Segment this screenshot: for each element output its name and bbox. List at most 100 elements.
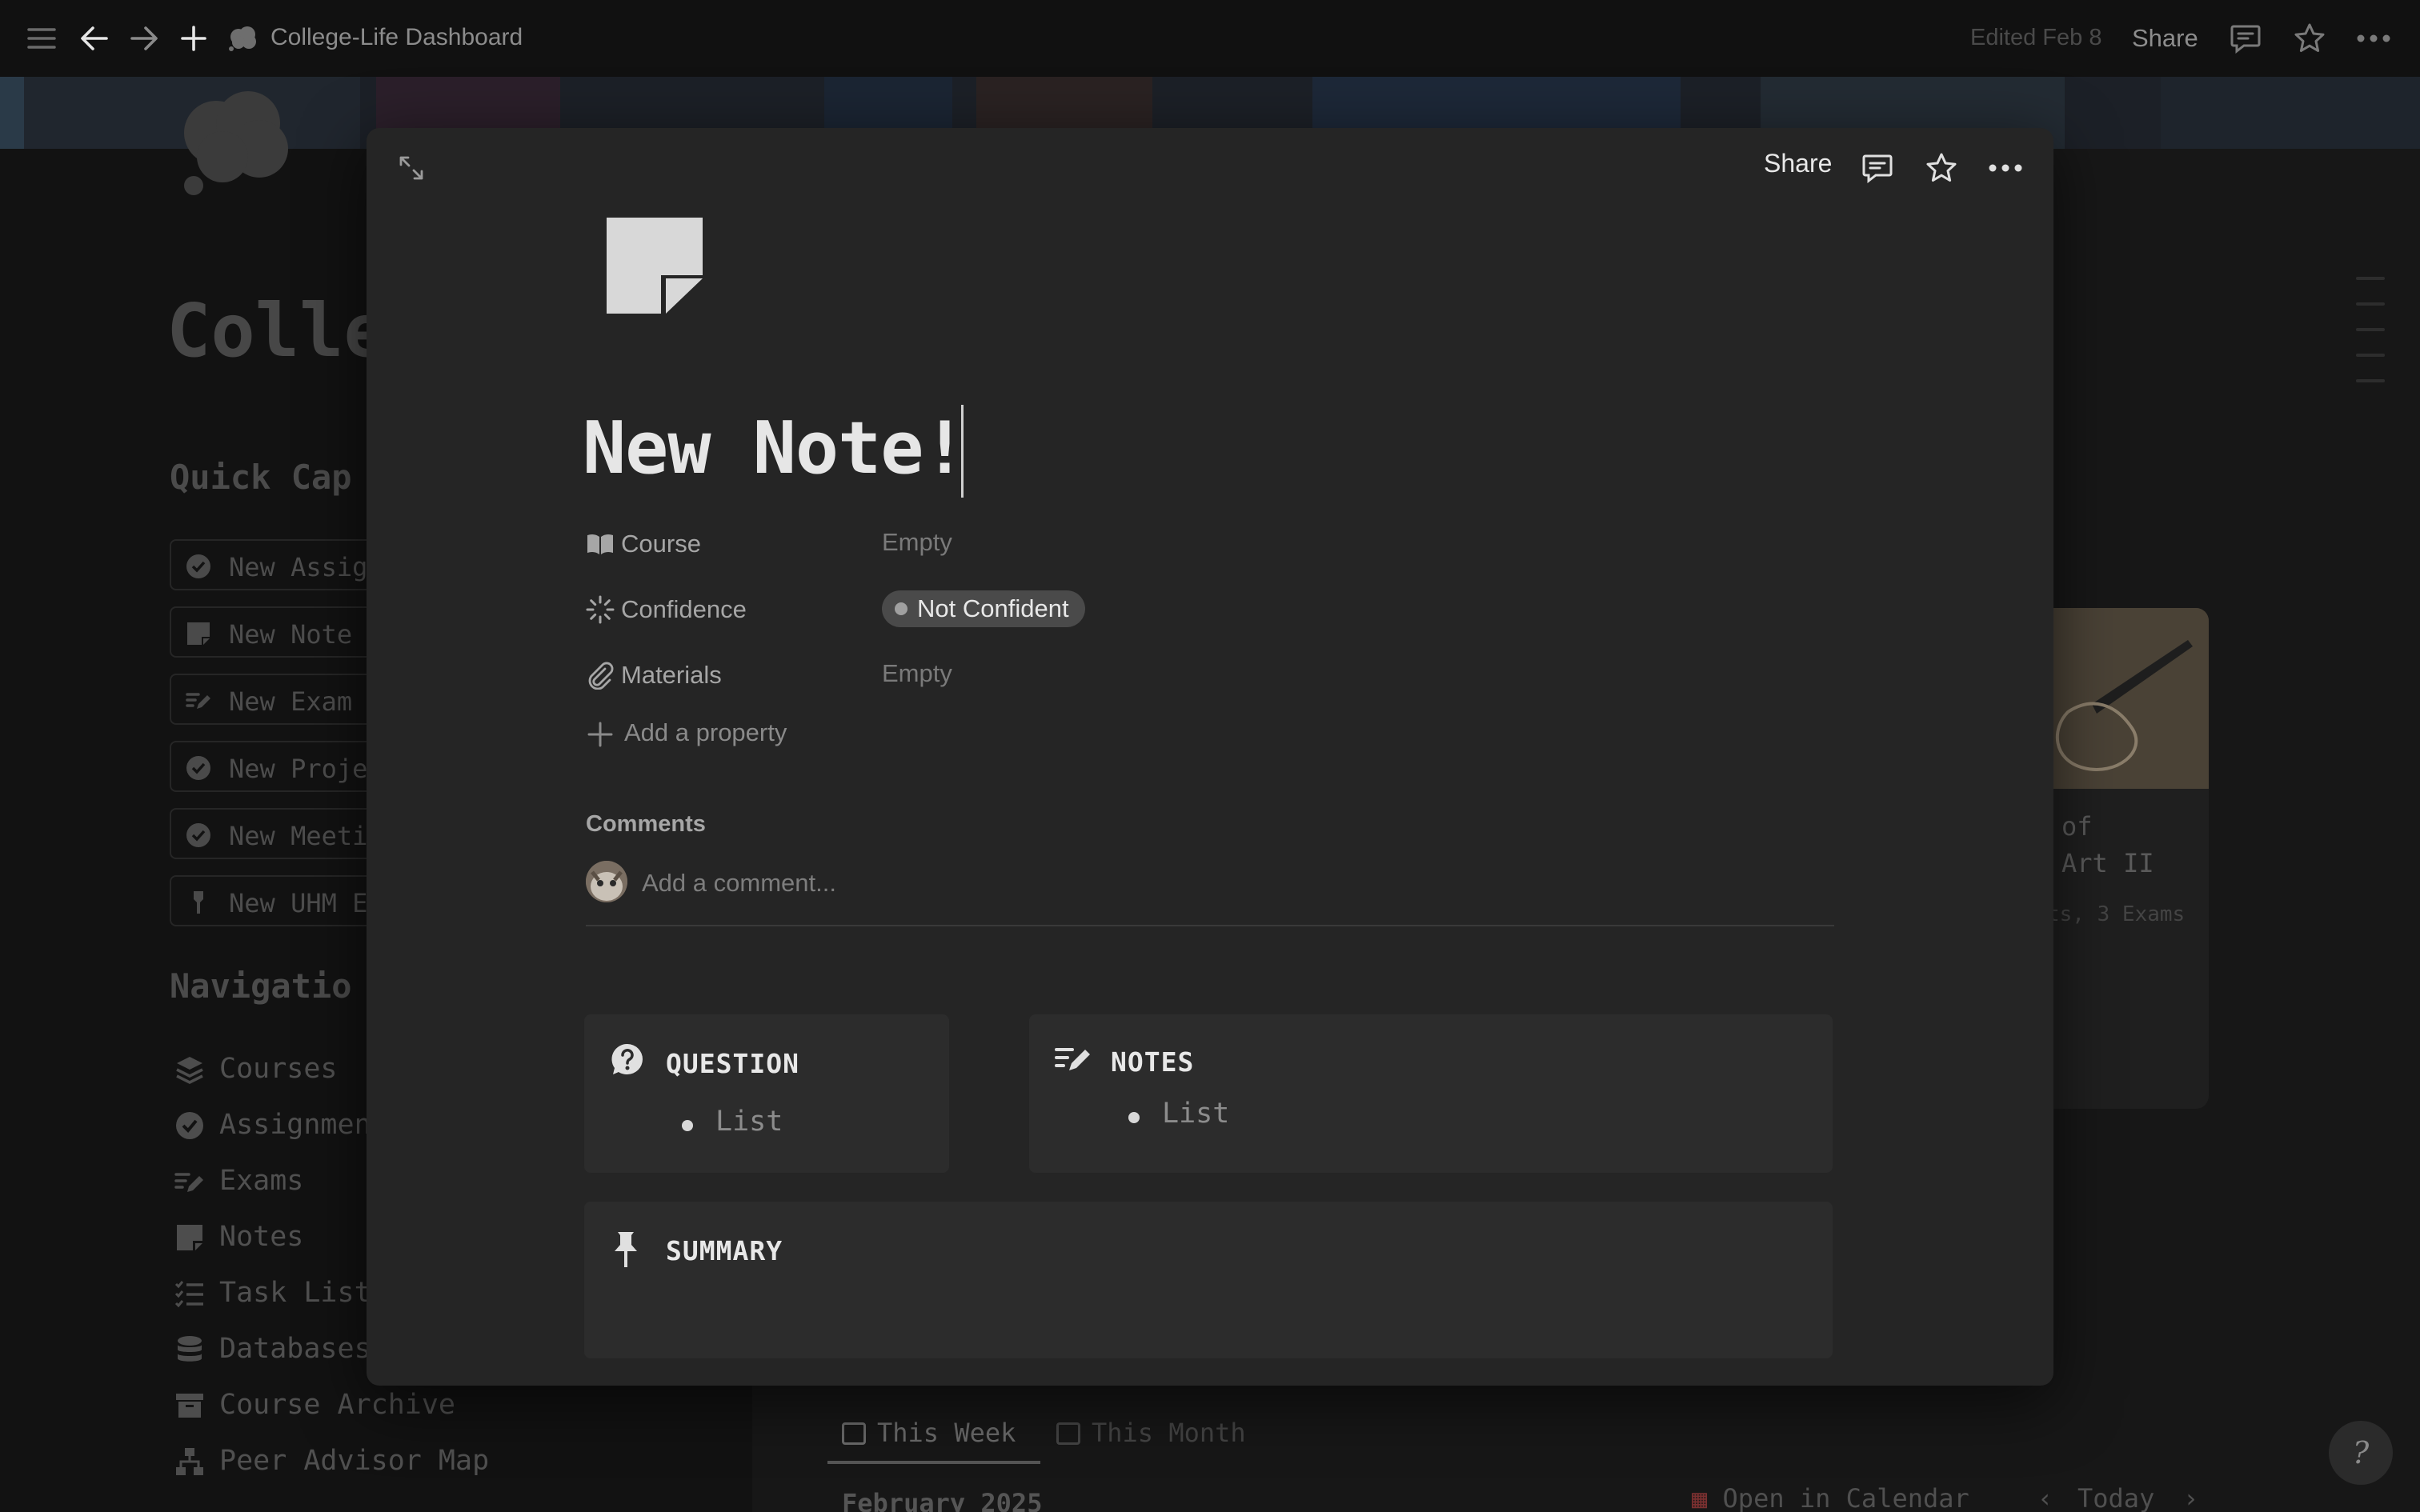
plus-icon[interactable]: [174, 19, 213, 58]
quick-capture-label: New Proje: [229, 754, 368, 784]
notes-callout[interactable]: NOTES List: [1029, 1014, 1833, 1173]
bullet: [682, 1120, 693, 1131]
bullet: [1128, 1112, 1140, 1123]
dashboard-cloud-icon: [176, 85, 296, 197]
comment-input[interactable]: Add a comment...: [642, 869, 836, 898]
notes-list-item[interactable]: List: [1162, 1098, 1229, 1130]
torch-icon: [186, 890, 211, 915]
comment-icon[interactable]: [2226, 19, 2265, 58]
property-materials[interactable]: Materials Empty: [584, 651, 1224, 696]
question-bubble-icon: [610, 1042, 645, 1077]
nav-label: Courses: [219, 1053, 338, 1085]
open-in-calendar-button[interactable]: ▦ Open in Calendar: [1692, 1483, 1969, 1512]
pencil-lines-icon: [1055, 1043, 1090, 1078]
quick-capture-label: New Note: [229, 619, 353, 650]
help-button[interactable]: ?: [2329, 1421, 2393, 1485]
check-circle-icon: [186, 755, 211, 781]
top-bar: College-Life Dashboard Edited Feb 8 Shar…: [0, 0, 2420, 77]
confidence-tag[interactable]: Not Confident: [882, 590, 1085, 627]
tab-this-week[interactable]: This Week: [842, 1418, 1016, 1462]
prev-button[interactable]: ‹: [2037, 1483, 2053, 1512]
next-button[interactable]: ›: [2183, 1483, 2198, 1512]
cloud-icon: [224, 19, 262, 58]
tab-label: This Month: [1092, 1418, 1246, 1448]
question-list-item[interactable]: List: [715, 1106, 783, 1138]
avatar: [586, 861, 627, 902]
star-icon[interactable]: [1921, 147, 1962, 189]
toc-line[interactable]: [2356, 328, 2385, 331]
pin-icon: [608, 1230, 643, 1267]
course-card-title-line2: Art II: [2061, 848, 2154, 878]
calendar-icon: [842, 1422, 866, 1445]
paperclip-icon: [586, 661, 615, 690]
quick-capture-heading: Quick Cap: [170, 458, 352, 497]
topbar-share-button[interactable]: Share: [2132, 24, 2198, 53]
nav-label: Notes: [219, 1221, 304, 1253]
menu-icon[interactable]: [22, 19, 61, 58]
back-arrow-icon[interactable]: [75, 19, 114, 58]
property-label: Materials: [621, 661, 722, 689]
more-icon[interactable]: [2354, 19, 2393, 58]
quick-capture-label: New Exam: [229, 686, 353, 717]
layers-icon: [174, 1054, 205, 1085]
quick-capture-label: New UHM E: [229, 888, 368, 918]
property-value[interactable]: Empty: [882, 659, 952, 688]
active-tab-underline: [827, 1461, 1040, 1464]
note-modal: Share New Note! Course Empty Confidence …: [367, 128, 2053, 1386]
property-confidence[interactable]: Confidence Not Confident: [584, 586, 1224, 630]
property-label: Confidence: [621, 595, 747, 623]
toc-line[interactable]: [2356, 277, 2385, 280]
comment-icon[interactable]: [1857, 147, 1898, 189]
page-title[interactable]: New Note!: [583, 406, 967, 490]
plus-icon: [586, 720, 615, 749]
more-icon[interactable]: [1985, 147, 2026, 189]
property-label: Course: [621, 530, 701, 558]
toc-line[interactable]: [2356, 302, 2385, 306]
breadcrumb-title[interactable]: College-Life Dashboard: [270, 24, 523, 51]
tag-label: Not Confident: [917, 594, 1069, 622]
nav-label: Course Archive: [219, 1389, 456, 1421]
check-circle-icon: [186, 554, 211, 579]
today-button[interactable]: Today: [2077, 1483, 2154, 1512]
pencil-lines-icon: [174, 1166, 205, 1197]
check-circle-icon: [174, 1110, 205, 1141]
checklist-icon: [174, 1278, 205, 1309]
book-open-icon: [586, 530, 615, 558]
add-property-label: Add a property: [624, 718, 787, 746]
modal-share-button[interactable]: Share: [1764, 149, 1832, 178]
quick-capture-label: New Assig: [229, 552, 368, 582]
dashboard-title: Colle: [166, 288, 388, 374]
forward-arrow-icon[interactable]: [125, 19, 163, 58]
summary-heading: SUMMARY: [666, 1235, 783, 1266]
course-card-subtitle: ts, 3 Exams: [2047, 902, 2186, 926]
comments-heading: Comments: [586, 811, 706, 837]
page-note-icon[interactable]: [605, 216, 704, 315]
calendar-month: February 2025: [842, 1488, 1043, 1512]
property-course[interactable]: Course Empty: [584, 520, 1224, 565]
database-icon: [174, 1334, 205, 1365]
sitemap-icon: [174, 1446, 205, 1477]
text-caret: [961, 405, 964, 498]
question-heading: QUESTION: [666, 1048, 799, 1079]
pencil-lines-icon: [186, 688, 211, 714]
comment-input-row[interactable]: Add a comment...: [586, 861, 1834, 926]
question-callout[interactable]: QUESTION List: [584, 1014, 949, 1173]
tab-label: This Week: [877, 1418, 1016, 1448]
archive-icon: [174, 1390, 205, 1421]
quick-capture-label: New Meeti: [229, 821, 368, 851]
toc-line[interactable]: [2356, 379, 2385, 382]
nav-label: Exams: [219, 1165, 304, 1197]
note-icon: [186, 621, 211, 646]
summary-callout[interactable]: SUMMARY: [584, 1202, 1833, 1358]
calendar-icon: [1056, 1422, 1080, 1445]
check-circle-icon: [186, 822, 211, 848]
nav-label: Peer Advisor Map: [219, 1445, 490, 1477]
loading-spinner-icon: [586, 595, 615, 624]
toc-line[interactable]: [2356, 354, 2385, 357]
nav-label: Databases: [219, 1333, 371, 1365]
tab-this-month[interactable]: This Month: [1056, 1418, 1246, 1462]
expand-icon[interactable]: [391, 147, 432, 189]
property-value[interactable]: Empty: [882, 528, 952, 557]
navigation-heading: Navigatio: [170, 966, 352, 1006]
star-icon[interactable]: [2290, 19, 2329, 58]
